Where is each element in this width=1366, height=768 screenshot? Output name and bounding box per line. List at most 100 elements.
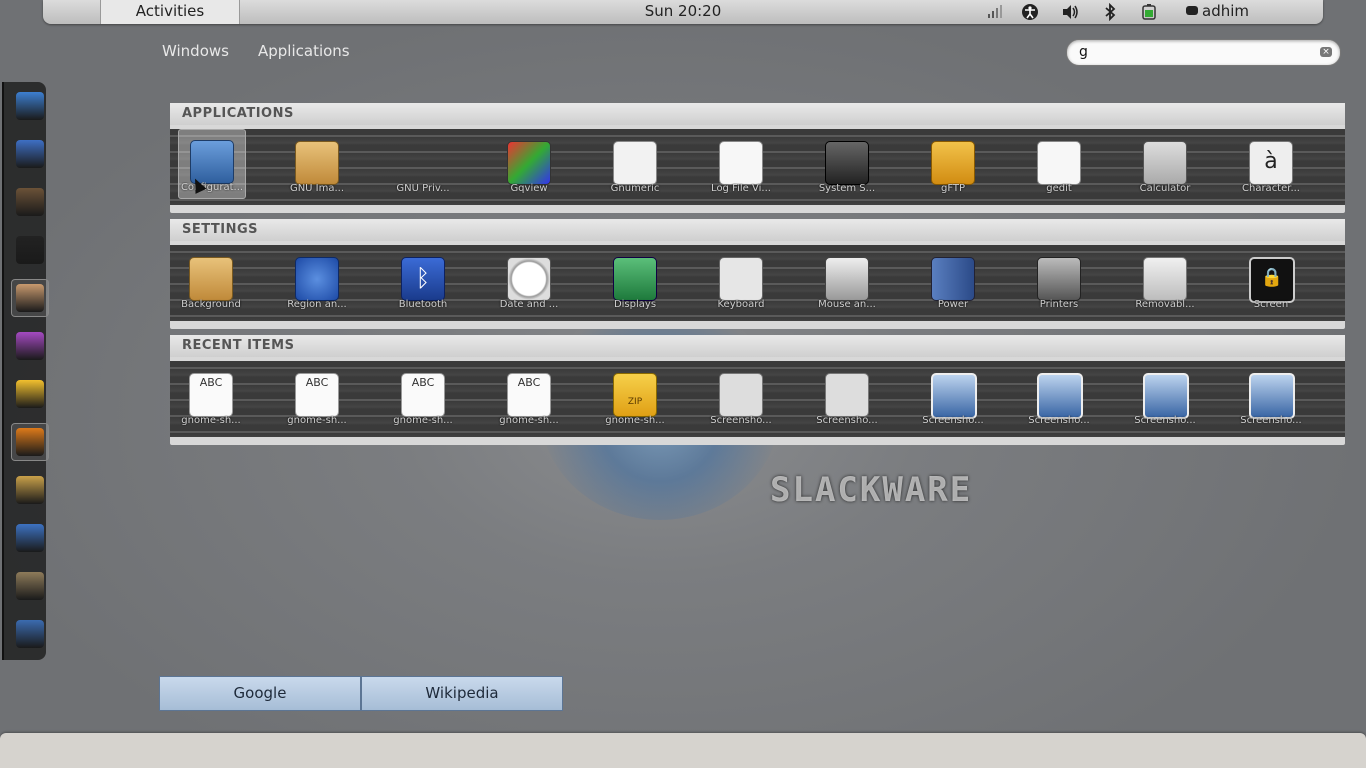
result-label: Displays — [613, 299, 657, 310]
result-tile[interactable]: Background — [178, 247, 244, 313]
result-label: Removabl... — [1135, 299, 1195, 310]
result-tile[interactable]: Gnumeric — [602, 131, 668, 197]
result-label: Keyboard — [717, 299, 765, 310]
google-search-button[interactable]: Google — [159, 676, 361, 711]
result-tile[interactable]: Power — [920, 247, 986, 313]
wallpaper-brand-text: SLACKWARE — [770, 470, 973, 510]
result-tile[interactable]: ᛒ Bluetooth — [390, 247, 456, 313]
result-tile[interactable]: System S... — [814, 131, 880, 197]
result-tile[interactable]: Screensho... — [1238, 363, 1304, 429]
abc-icon: ABC — [295, 373, 339, 417]
dash-item-screensaver[interactable] — [12, 568, 48, 604]
result-tile[interactable]: Screensho... — [814, 363, 880, 429]
result-label: GNU Priv... — [396, 183, 450, 194]
result-label: Calculator — [1139, 183, 1191, 194]
result-tile[interactable]: à Character... — [1238, 131, 1304, 197]
settings-section: SETTINGS Background Region an... ᛒ Bluetoot… — [170, 219, 1345, 329]
result-label: Gqview — [510, 183, 548, 194]
result-tile[interactable]: Displays — [602, 247, 668, 313]
dash-item-compiz-config[interactable] — [12, 88, 48, 124]
battery-icon[interactable] — [1141, 3, 1157, 25]
dash-item-terminal[interactable] — [12, 232, 48, 268]
accessibility-icon[interactable] — [1021, 3, 1039, 25]
result-tile[interactable]: Mouse an... — [814, 247, 880, 313]
nautilus-shell-icon — [16, 284, 44, 312]
result-tile[interactable]: gFTP — [920, 131, 986, 197]
abc-icon: ABC — [507, 373, 551, 417]
dash-item-speaker[interactable] — [12, 184, 48, 220]
bluetooth-icon[interactable] — [1103, 2, 1117, 25]
section-header: APPLICATIONS — [170, 103, 1345, 125]
result-label: Gnumeric — [610, 183, 660, 194]
compiz-config-icon — [16, 92, 44, 120]
chart-icon — [613, 141, 657, 185]
search-input[interactable] — [1079, 42, 1309, 62]
result-tile[interactable]: Region an... — [284, 247, 350, 313]
lock-icon: 🔒 — [1249, 257, 1295, 303]
result-label: System S... — [818, 183, 876, 194]
result-tile[interactable]: ABC gnome-sh... — [284, 363, 350, 429]
result-tile[interactable]: GNU Priv... — [390, 131, 456, 197]
dash-item-configuration-tool[interactable] — [12, 520, 48, 556]
result-label: gnome-sh... — [287, 415, 347, 426]
paint-icon — [295, 141, 339, 185]
dash-item-thunderbird[interactable] — [12, 616, 48, 652]
result-tile[interactable]: Screensho... — [708, 363, 774, 429]
result-tile[interactable]: Date and ... — [496, 247, 562, 313]
result-tile[interactable]: Gqview — [496, 131, 562, 197]
clear-search-icon[interactable]: × — [1320, 47, 1332, 57]
dash-item-empathy[interactable] — [12, 328, 48, 364]
activities-button[interactable]: Activities — [100, 0, 240, 24]
result-tile[interactable]: ZIP gnome-sh... — [602, 363, 668, 429]
result-tile[interactable]: Calculator — [1132, 131, 1198, 197]
result-tile[interactable]: ABC gnome-sh... — [390, 363, 456, 429]
tab-applications[interactable]: Applications — [258, 42, 350, 60]
wikipedia-search-button[interactable]: Wikipedia — [361, 676, 563, 711]
result-label: gnome-sh... — [181, 415, 241, 426]
result-tile[interactable]: Printers — [1026, 247, 1092, 313]
user-name: adhim — [1202, 2, 1249, 20]
dark-icon — [825, 141, 869, 185]
result-tile[interactable]: Removabl... — [1132, 247, 1198, 313]
section-header: SETTINGS — [170, 219, 1345, 241]
message-tray — [0, 733, 1366, 768]
result-label: Date and ... — [499, 299, 559, 310]
applications-section: APPLICATIONS Configurat... GNU Ima... GNU … — [170, 103, 1345, 213]
cheese-camera-icon — [16, 428, 44, 456]
clock[interactable]: Sun 20:20 — [645, 2, 722, 20]
result-tile[interactable]: Log File Vi... — [708, 131, 774, 197]
result-tile[interactable]: 🔒 Screen — [1238, 247, 1304, 313]
mouse-icon — [825, 257, 869, 301]
globe-icon — [295, 257, 339, 301]
calc-icon — [1143, 141, 1187, 185]
dash-item-gnu-image-manipulation[interactable] — [12, 472, 48, 508]
disk-icon — [1143, 257, 1187, 301]
result-tile[interactable]: Screensho... — [1132, 363, 1198, 429]
configuration-tool-icon — [16, 524, 44, 552]
dash-item-gimp-footprint[interactable] — [12, 136, 48, 172]
result-label: gnome-sh... — [499, 415, 559, 426]
result-tile[interactable]: gedit — [1026, 131, 1092, 197]
result-label: Bluetooth — [398, 299, 448, 310]
dash-item-nautilus-shell[interactable] — [12, 280, 48, 316]
result-label: gnome-sh... — [605, 415, 665, 426]
result-tile[interactable]: Screensho... — [1026, 363, 1092, 429]
result-tile[interactable]: Configurat... — [178, 129, 246, 199]
result-tile[interactable]: Screensho... — [920, 363, 986, 429]
result-tile[interactable]: GNU Ima... — [284, 131, 350, 197]
result-label: Screensho... — [816, 415, 878, 426]
network-signal-icon[interactable] — [987, 3, 1003, 23]
dash-item-cheese-camera[interactable] — [12, 424, 48, 460]
user-menu[interactable]: adhim — [1186, 0, 1249, 23]
thunderbird-icon — [16, 620, 44, 648]
settings-results: Background Region an... ᛒ Bluetooth Date and… — [170, 245, 1345, 321]
result-tile[interactable]: Keyboard — [708, 247, 774, 313]
result-tile[interactable]: ABC gnome-sh... — [496, 363, 562, 429]
tab-windows[interactable]: Windows — [162, 42, 229, 60]
volume-icon[interactable] — [1061, 3, 1079, 25]
dash-item-cheese[interactable] — [12, 376, 48, 412]
result-tile[interactable]: ABC gnome-sh... — [178, 363, 244, 429]
gimp-footprint-icon — [16, 140, 44, 168]
screensaver-icon — [16, 572, 44, 600]
abc-icon: ABC — [401, 373, 445, 417]
